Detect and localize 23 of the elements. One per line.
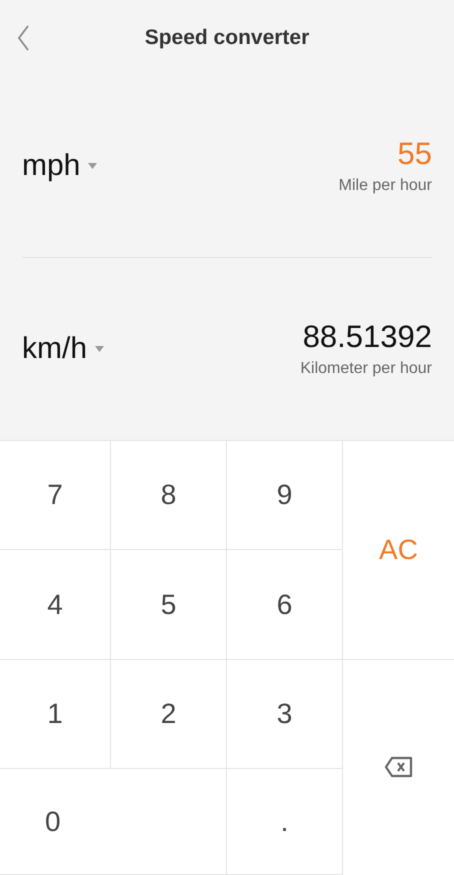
back-icon [16,24,30,52]
key-button[interactable]: 3 [227,660,343,769]
key-button[interactable]: . [227,769,343,875]
key-button[interactable]: 5 [111,550,227,660]
page-title: Speed converter [144,24,310,51]
key-button[interactable]: 6 [227,550,343,660]
unit-selector[interactable]: mph [22,143,98,188]
key-button[interactable]: 8 [111,441,227,550]
key-button[interactable]: 4 [0,550,111,660]
dropdown-icon [95,346,104,352]
key-button[interactable]: 7 [0,441,111,550]
key-button[interactable]: 0 [0,769,227,875]
unit-selector[interactable]: km/h [22,326,104,372]
key-button[interactable]: 2 [111,660,227,769]
unit-value: 88.51392 [302,318,432,356]
unit-value: 55 [398,134,432,173]
back-button[interactable] [16,24,30,52]
backspace-icon [384,756,414,778]
unit-name: Kilometer per hour [300,358,432,379]
unit-name: Mile per hour [338,176,432,196]
dropdown-icon [88,162,98,169]
key-button[interactable]: 9 [227,441,343,550]
key-button[interactable]: 1 [0,660,111,769]
